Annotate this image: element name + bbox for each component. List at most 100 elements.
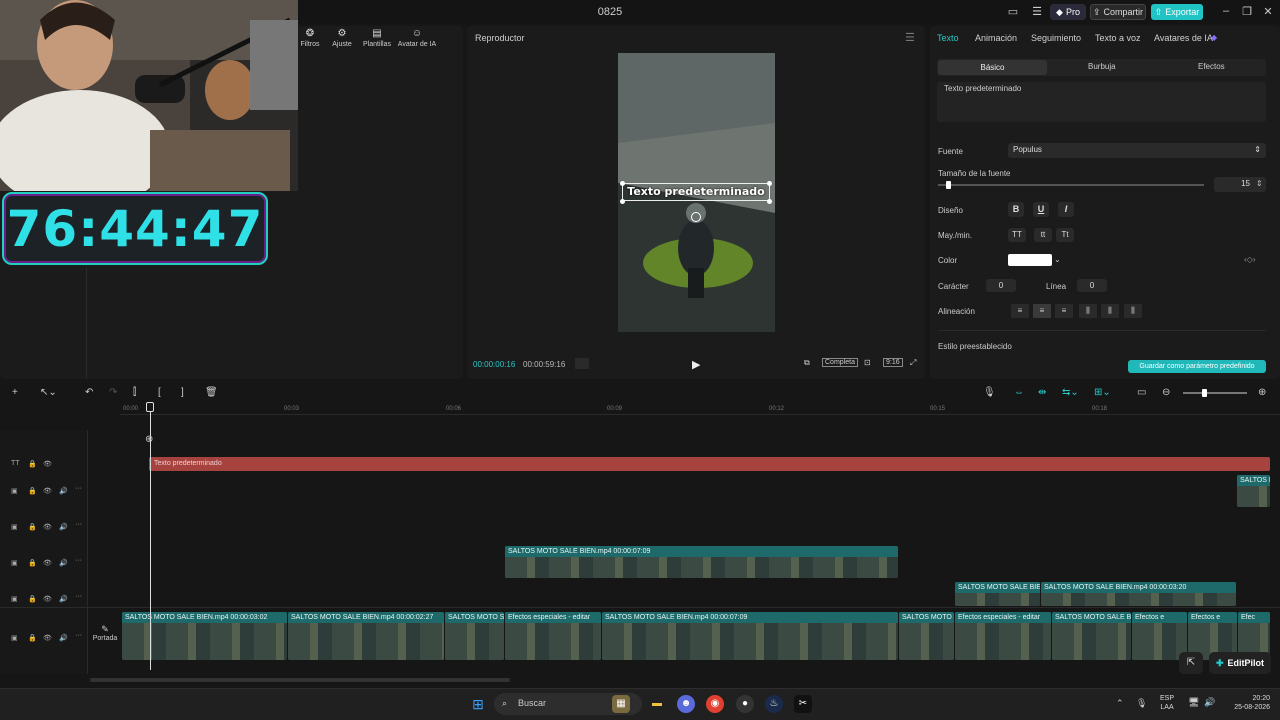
capcut-icon[interactable]: ✂: [794, 695, 812, 713]
export-button[interactable]: ⇧ Exportar: [1151, 4, 1203, 20]
menu-icon[interactable]: ☰: [1030, 5, 1044, 18]
zoom-fit-icon[interactable]: ⊕: [1258, 387, 1266, 398]
select-tool-icon[interactable]: ↖⌄: [40, 387, 57, 398]
tool-templates[interactable]: ▤ Plantillas: [360, 28, 394, 54]
tab-text[interactable]: Texto: [937, 33, 959, 43]
fullscreen-icon[interactable]: ⤢: [910, 358, 916, 368]
crop-icon[interactable]: ⧉: [804, 358, 810, 368]
lock-icon[interactable]: 🔒: [28, 634, 37, 642]
effect-clip[interactable]: Efectos especiales - editar: [505, 612, 601, 660]
editpilot-button[interactable]: ✚ EditPilot: [1209, 652, 1271, 674]
redo-icon[interactable]: ↷: [109, 387, 117, 398]
speaker-icon[interactable]: 🔊: [59, 595, 68, 603]
video-clip[interactable]: SALTOS MOTO S: [899, 612, 954, 660]
underline-button[interactable]: U: [1033, 202, 1049, 217]
obs-icon[interactable]: ●: [736, 695, 754, 713]
align-right-icon[interactable]: ≡: [1055, 304, 1073, 318]
align-vertical-center-icon[interactable]: ⫼: [1101, 304, 1119, 318]
maximize-icon[interactable]: ❐: [1240, 5, 1254, 18]
video-clip[interactable]: SALTOS MOTO SALE BIEN.mp4 00:00:03:02: [122, 612, 287, 660]
text-clip[interactable]: Texto predeterminado: [149, 457, 1270, 471]
line-spacing-input[interactable]: 0: [1077, 279, 1107, 292]
speaker-icon[interactable]: 🔊: [59, 523, 68, 531]
font-select[interactable]: Populus ⇕: [1008, 143, 1266, 158]
delete-icon[interactable]: 🗑: [205, 387, 218, 398]
tool-adjust[interactable]: ⚙ Ajuste: [330, 28, 354, 54]
video-clip[interactable]: SALTOS MOTO SALE BIEN.mp4 00:00:07:09: [602, 612, 898, 660]
tool-ai-avatar[interactable]: ☺ Avatar de IA: [396, 28, 438, 54]
titlecase-button[interactable]: Tt: [1056, 228, 1074, 242]
resize-handle[interactable]: [620, 199, 625, 204]
horizontal-scrollbar[interactable]: [90, 678, 510, 682]
video-clip[interactable]: SALTOS MOTO SALE BIEN: [955, 582, 1040, 606]
magnet-icon[interactable]: ⇔: [1014, 387, 1024, 398]
lock-icon[interactable]: 🔒: [28, 523, 37, 531]
text-overlay[interactable]: Texto predeterminado: [622, 183, 770, 201]
eye-icon[interactable]: 👁: [43, 595, 52, 603]
lock-icon[interactable]: 🔒: [28, 487, 37, 495]
share-button[interactable]: ⇪ Compartir: [1090, 4, 1146, 20]
close-icon[interactable]: ✕: [1261, 5, 1275, 18]
subtab-basic[interactable]: Básico: [938, 60, 1047, 75]
speaker-icon[interactable]: 🔊: [59, 487, 68, 495]
minimize-icon[interactable]: –: [1219, 5, 1233, 17]
pro-button[interactable]: ◆ Pro: [1050, 4, 1086, 20]
keyframe-nav-icon[interactable]: ‹◇›: [1244, 255, 1255, 264]
align-center-icon[interactable]: ≡: [1033, 304, 1051, 318]
slider-knob[interactable]: [946, 181, 951, 189]
keyboard-language[interactable]: ESP LAA: [1160, 694, 1174, 712]
align-left-icon[interactable]: ≡: [1011, 304, 1029, 318]
aspect-ratio-button[interactable]: 9:16: [883, 358, 903, 367]
preset-style-label[interactable]: Estilo preestablecido: [938, 342, 1012, 351]
video-clip[interactable]: SALTOS MOTO SALE BIEN.mp4 00:00:03:20: [1041, 582, 1236, 606]
network-icon[interactable]: 🖥: [1188, 697, 1199, 708]
effect-clip[interactable]: Efectos e: [1132, 612, 1187, 660]
discord-icon[interactable]: ☻: [677, 695, 695, 713]
microphone-icon[interactable]: 🎙: [1136, 698, 1147, 709]
trim-left-icon[interactable]: [: [158, 387, 161, 398]
eye-icon[interactable]: 👁: [43, 487, 52, 495]
eye-icon[interactable]: 👁: [43, 559, 52, 567]
more-icon[interactable]: ···: [75, 632, 82, 639]
windows-start-icon[interactable]: ⊞: [469, 695, 487, 713]
undo-icon[interactable]: ↶: [85, 387, 93, 398]
layout-icon[interactable]: ▭: [1006, 5, 1020, 18]
rotate-handle[interactable]: [691, 212, 701, 222]
zoom-slider[interactable]: [1183, 392, 1247, 394]
video-clip[interactable]: SALTOS MOTO SALE BIEN.mp4 00:00:07:09: [505, 546, 898, 578]
text-input[interactable]: Texto predeterminado: [937, 82, 1266, 122]
resize-handle[interactable]: [620, 181, 625, 186]
italic-button[interactable]: I: [1058, 202, 1074, 217]
cover-button[interactable]: ✎ Portada: [91, 624, 119, 650]
speaker-icon[interactable]: 🔊: [59, 634, 68, 642]
lock-icon[interactable]: 🔒: [28, 595, 37, 603]
tool-filters[interactable]: ❂ Filtros: [298, 28, 322, 54]
steam-icon[interactable]: ♨: [765, 695, 783, 713]
lock-icon[interactable]: 🔒: [28, 460, 37, 468]
preview-axis-icon[interactable]: ⊞⌄: [1094, 387, 1111, 398]
save-preset-button[interactable]: Guardar como parámetro predefinido: [1128, 360, 1266, 373]
font-size-slider[interactable]: [938, 184, 1204, 186]
trim-right-icon[interactable]: ]: [181, 387, 184, 398]
volume-icon[interactable]: 🔊: [1204, 697, 1215, 708]
align-vertical-top-icon[interactable]: ⫼: [1079, 304, 1097, 318]
video-clip[interactable]: SALTOS MOTO S: [445, 612, 504, 660]
system-clock[interactable]: 20:20 25-08-2026: [1226, 694, 1270, 712]
search-highlight-icon[interactable]: ▦: [612, 695, 630, 713]
effect-clip[interactable]: Efectos especiales - editar: [955, 612, 1051, 660]
resize-handle[interactable]: [767, 181, 772, 186]
play-button[interactable]: ▶: [692, 358, 700, 371]
folder-icon[interactable]: ▬: [648, 695, 666, 713]
full-quality-button[interactable]: Completa: [822, 358, 858, 367]
video-clip[interactable]: SALTOS MOTO SALE BIE: [1052, 612, 1131, 660]
zoom-knob[interactable]: [1202, 389, 1207, 397]
timecode-icon[interactable]: [575, 358, 589, 369]
eye-icon[interactable]: 👁: [43, 634, 52, 642]
chevron-down-icon[interactable]: ⌄: [1054, 255, 1061, 264]
align-vertical-bottom-icon[interactable]: ⫼: [1124, 304, 1142, 318]
eye-icon[interactable]: 👁: [43, 523, 52, 531]
tab-ai-avatars[interactable]: Avatares de IA: [1154, 33, 1213, 43]
bold-button[interactable]: B: [1008, 202, 1024, 217]
resize-handle[interactable]: [767, 199, 772, 204]
lowercase-button[interactable]: tt: [1034, 228, 1052, 242]
